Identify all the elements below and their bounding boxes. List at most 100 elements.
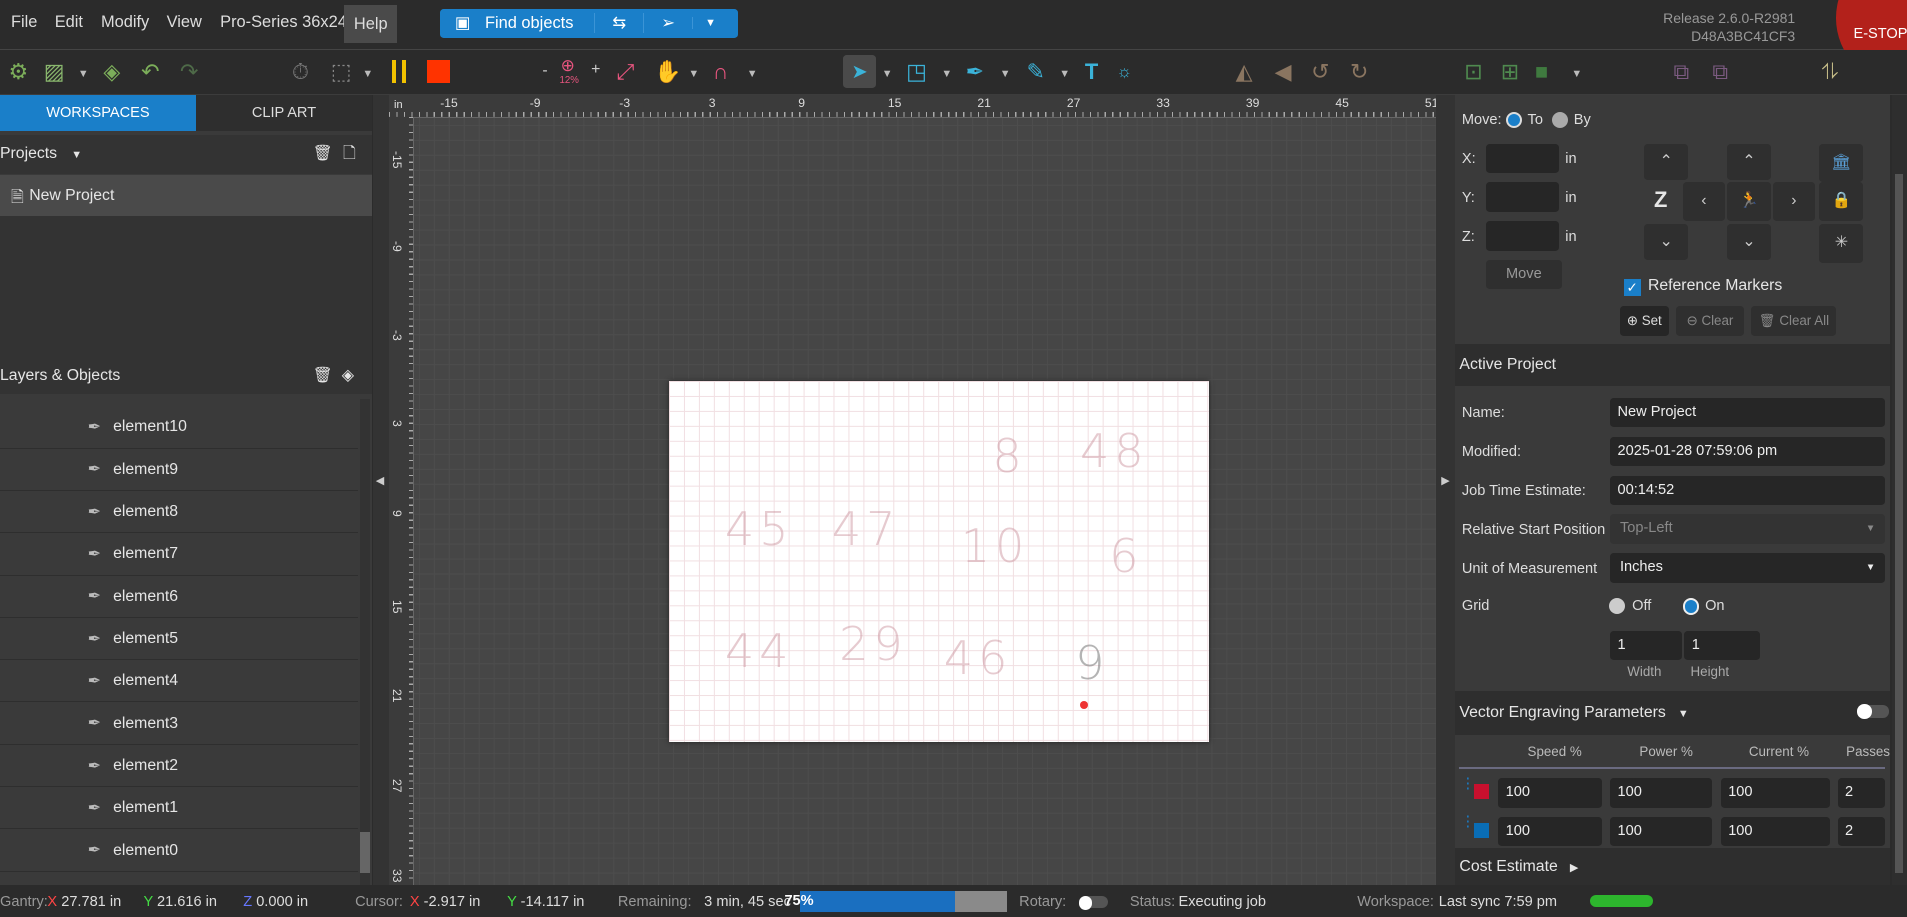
menu-edit[interactable]: Edit [55,13,83,32]
edit-pen-icon[interactable]: ✎ [1026,59,1044,84]
z-input[interactable] [1486,221,1560,251]
trash-icon[interactable]: 🗑 [313,135,333,174]
run-icon[interactable]: 🏃 [1726,182,1771,222]
chevron-down-icon[interactable]: ▼ [362,68,373,80]
grid-on-radio[interactable] [1683,598,1700,615]
grid-width-input[interactable]: 1 [1610,631,1682,661]
layer-item[interactable]: ✒ element8 [0,491,358,534]
layer-item[interactable]: ✒ element1 [0,787,358,830]
layer-item[interactable]: ✒ element7 [0,533,358,576]
chevron-down-icon[interactable]: ▼ [71,149,82,161]
chevron-down-icon[interactable]: ▼ [78,68,89,80]
layer-item[interactable]: ✒ element9 [0,449,358,491]
zoom-icon[interactable]: ⊕ [561,54,575,78]
unit-select[interactable]: Inches ▼ [1610,553,1886,583]
lock-icon[interactable]: 🔒 [1819,182,1864,222]
laser-pointer-icon[interactable]: ✳ [1819,223,1864,263]
chevron-down-icon[interactable]: ▼ [747,68,758,80]
power-input[interactable]: 100 [1610,778,1713,808]
flip-vertical-icon[interactable]: ◀ [1275,59,1292,84]
rotary-toggle[interactable] [1078,896,1108,910]
tab-clip-art[interactable]: CLIP ART [195,94,373,132]
combine-icon[interactable]: ■ [1535,59,1548,84]
new-file-icon[interactable]: 🗋 [343,135,356,174]
chevron-down-icon[interactable]: ▼ [1059,68,1070,80]
rotate-right-icon[interactable]: ↻ [1350,59,1368,84]
redo-icon[interactable]: ↷ [180,59,198,84]
magnet-icon[interactable]: ∩ [713,59,729,84]
undo-icon[interactable]: ↶ [141,59,159,84]
layer-color-swatch[interactable] [1474,784,1489,800]
canvas-element[interactable]: 8 [992,429,1026,483]
menu-view[interactable]: View [167,13,202,32]
vector-toggle[interactable] [1857,704,1889,719]
timer-icon[interactable]: ⏱ [292,59,309,84]
canvas-element[interactable]: 10 [961,519,1030,573]
chevron-down-icon[interactable]: ▼ [882,68,893,80]
layers-icon[interactable]: ◈ [103,59,120,84]
current-input[interactable]: 100 [1720,778,1831,808]
menu-machine[interactable]: Pro-Series 36x24 [220,13,347,32]
current-input[interactable]: 100 [1720,817,1831,847]
chevron-down-icon[interactable]: ▼ [688,68,699,80]
reference-markers-checkbox[interactable]: ✓ [1623,278,1641,296]
bounds-icon[interactable]: ⬚ [331,59,352,84]
ungroup-icon[interactable]: ⊞ [1501,59,1519,84]
layer-item[interactable]: ✒ element2 [0,745,358,788]
work-area[interactable]: 8 48 45 47 10 6 44 29 46 9 [668,380,1209,742]
canvas-element[interactable]: 6 [1109,529,1143,583]
left-collapse-strip[interactable]: ◀ [373,94,390,886]
settings-icon[interactable]: ⚙ [9,59,29,84]
canvas-element[interactable]: 48 [1080,424,1149,478]
home-icon[interactable]: 🏛 [1819,143,1864,183]
move-button[interactable]: Move [1486,260,1562,290]
zoom-out-button[interactable]: - [542,62,547,80]
canvas-element[interactable]: 46 [944,631,1013,685]
tab-workspaces[interactable]: WORKSPACES [0,94,196,132]
y-input[interactable] [1486,182,1560,212]
right-collapse-strip[interactable]: ▶ [1436,94,1455,886]
shapes-icon[interactable]: ◳ [906,59,927,84]
canvas-element[interactable]: 29 [839,617,908,671]
pan-hand-icon[interactable]: ✋ [654,59,681,84]
z-up-button[interactable]: ⌃ [1644,143,1689,180]
speed-input[interactable]: 100 [1498,817,1602,847]
layer-item[interactable]: ✒ element5 [0,618,358,661]
layer-item[interactable]: ✒ element10 [0,406,358,449]
x-input[interactable] [1486,143,1560,173]
z-down-button[interactable]: ⌄ [1644,223,1689,261]
move-by-radio[interactable] [1551,111,1568,128]
group-icon[interactable]: ⊡ [1464,59,1482,84]
start-position-select[interactable]: Top-Left ▼ [1610,514,1886,544]
canvas-element[interactable]: 9 [1075,636,1109,690]
chevron-down-icon[interactable]: ▼ [941,68,952,80]
layer-item[interactable]: ✒ element3 [0,702,358,745]
rotate-left-icon[interactable]: ↺ [1311,59,1329,84]
grid-height-input[interactable]: 1 [1684,631,1760,661]
flip-horizontal-icon[interactable]: ◭ [1236,59,1253,84]
path-icon[interactable]: ⥮ [1822,59,1838,84]
clipart-icon[interactable]: ☼ [1116,60,1132,84]
jog-up-button[interactable]: ⌃ [1726,143,1771,180]
set-marker-button[interactable]: ⊕ Set [1619,306,1669,336]
canvas-element[interactable]: 44 [725,624,794,678]
jog-right-button[interactable]: › [1773,182,1815,222]
clear-marker-button[interactable]: ⊖ Clear [1675,306,1744,336]
fit-icon[interactable]: ⤢ [617,59,635,84]
send-backward-icon[interactable]: ⧉ [1712,59,1728,84]
menu-help[interactable]: Help [344,4,398,44]
jog-left-button[interactable]: ‹ [1683,182,1725,222]
project-name-input[interactable]: New Project [1610,397,1886,427]
layer-item[interactable]: ✒ element4 [0,660,358,703]
chevron-down-icon[interactable]: ▼ [1571,68,1582,80]
power-input[interactable]: 100 [1610,817,1713,847]
move-to-radio[interactable] [1505,111,1522,129]
grid-off-radio[interactable] [1609,598,1625,615]
canvas-element[interactable]: 45 [725,502,794,556]
right-scrollbar[interactable] [1892,94,1907,886]
find-objects-button[interactable]: Find objects [485,14,594,33]
trash-icon[interactable]: 🗑 [313,358,333,394]
canvas-element[interactable]: 47 [832,502,901,556]
scrollbar[interactable] [359,398,370,886]
layer-item[interactable]: ✒ element6 [0,575,358,618]
